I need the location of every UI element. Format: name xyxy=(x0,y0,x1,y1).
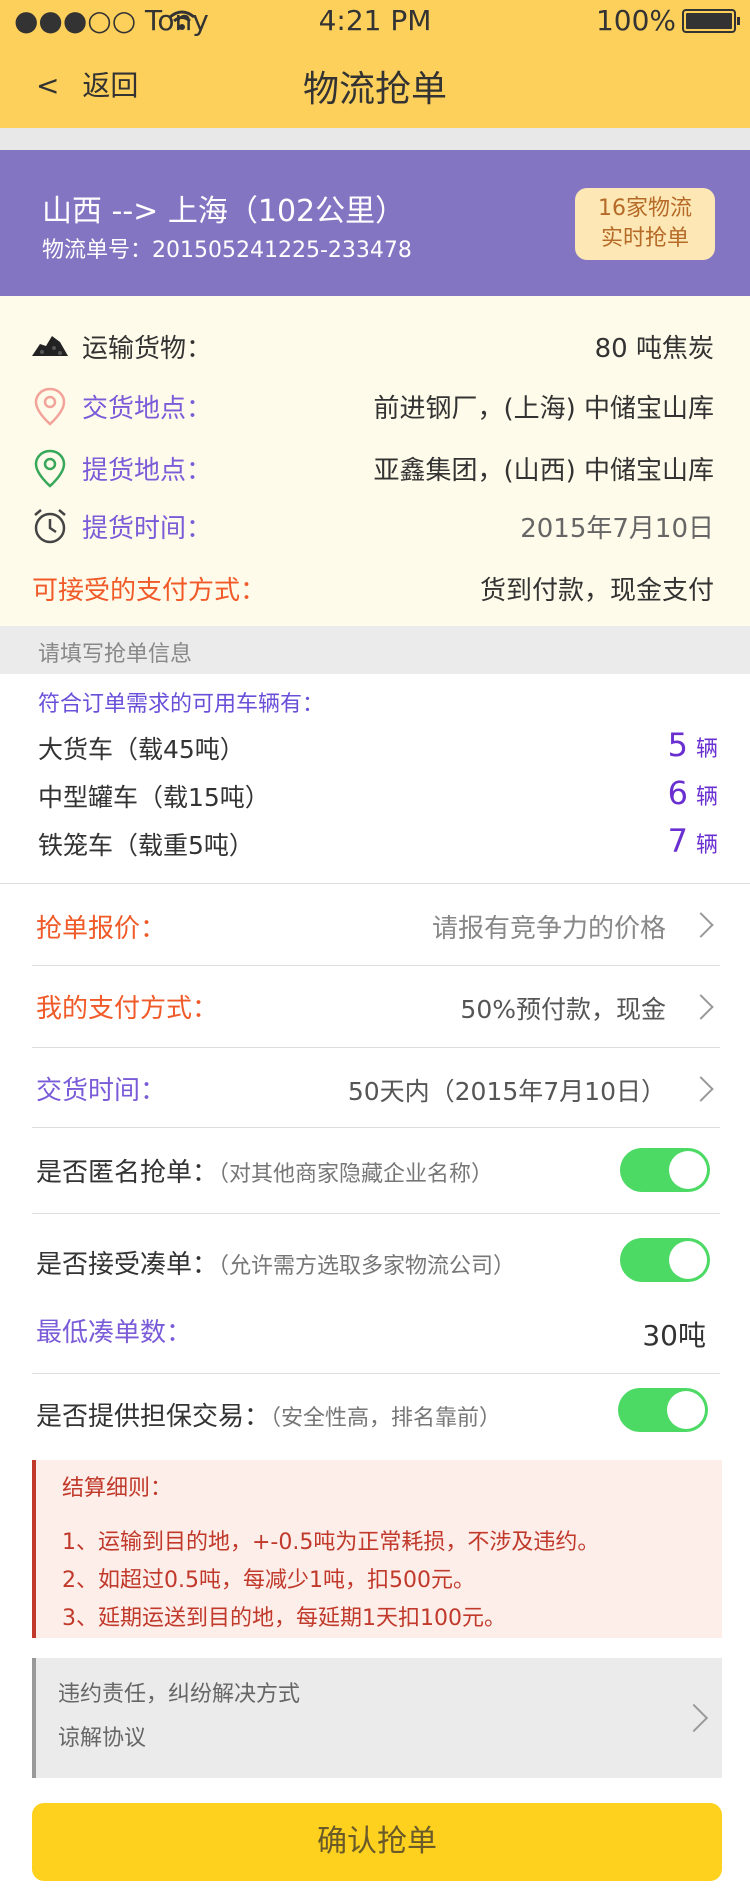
delivery-time-value: 50天内（2015年7月10日） xyxy=(347,1077,666,1106)
combine-section: 是否接受凑单：（允许需方选取多家物流公司） 最低凑单数： 30吨 xyxy=(32,1214,720,1374)
anonymous-row: 是否匿名抢单：（对其他商家隐藏企业名称） xyxy=(32,1128,720,1214)
badge-line-1: 16家物流 xyxy=(598,196,692,221)
route-text: 山西 --> 上海（102公里） xyxy=(42,194,406,229)
route-card: 山西 --> 上海（102公里） 物流单号：201505241225-23347… xyxy=(0,150,750,296)
divider xyxy=(0,128,750,150)
pickup-time-value: 2015年7月10日 xyxy=(520,514,714,544)
pickup-time-label: 提货时间： xyxy=(82,514,213,544)
chevron-right-icon xyxy=(688,912,714,938)
nav-bar: < 返回 物流抢单 xyxy=(0,40,750,128)
chevron-right-icon xyxy=(688,1076,714,1102)
quote-row[interactable]: 抢单报价： 请报有竞争力的价格 xyxy=(32,886,720,966)
terms-link[interactable]: 违约责任，纠纷解决方式 谅解协议 xyxy=(32,1658,722,1778)
vehicle-count: 6辆 xyxy=(667,774,718,812)
cargo-value: 80 吨焦炭 xyxy=(594,334,714,364)
combine-label: 是否接受凑单：（允许需方选取多家物流公司） xyxy=(36,1250,516,1280)
alarm-clock-icon xyxy=(34,509,66,544)
pay-method-row[interactable]: 我的支付方式： 50%预付款，现金 xyxy=(32,966,720,1048)
confirm-button[interactable]: 确认抢单 xyxy=(32,1803,722,1881)
vehicle-row: 铁笼车（载重5吨） 7辆 xyxy=(38,822,718,870)
anonymous-toggle[interactable] xyxy=(620,1148,710,1192)
quote-label: 抢单报价： xyxy=(36,914,167,944)
section-title: 请填写抢单信息 xyxy=(38,642,193,667)
terms-line-2: 谅解协议 xyxy=(58,1726,147,1751)
pay-method-label: 我的支付方式： xyxy=(36,994,219,1024)
pickup-label: 提货地点： xyxy=(82,456,213,486)
vehicles-heading: 符合订单需求的可用车辆有： xyxy=(38,692,325,717)
chevron-right-icon xyxy=(688,994,714,1020)
payment-row: 可接受的支付方式： 货到付款，现金支付 xyxy=(0,558,750,618)
vehicle-row: 中型罐车（载15吨） 6辆 xyxy=(38,774,718,822)
rules-title: 结算细则： xyxy=(62,1476,173,1501)
cargo-row: 运输货物： 80 吨焦炭 xyxy=(0,316,750,376)
min-combine-input[interactable]: 30吨 xyxy=(642,1314,706,1354)
anonymous-label: 是否匿名抢单：（对其他商家隐藏企业名称） xyxy=(36,1158,494,1188)
min-combine-label: 最低凑单数： xyxy=(36,1318,193,1348)
pickup-time-row: 提货时间： 2015年7月10日 xyxy=(0,496,750,556)
guarantee-toggle[interactable] xyxy=(618,1388,708,1432)
chevron-right-icon xyxy=(679,1703,709,1733)
pickup-row: 提货地点： 亚鑫集团，(山西) 中储宝山库 xyxy=(0,438,750,498)
badge-line-2: 实时抢单 xyxy=(600,226,689,251)
payment-label: 可接受的支付方式： xyxy=(32,576,267,606)
pickup-value: 亚鑫集团，(山西) 中储宝山库 xyxy=(373,456,714,486)
guarantee-label: 是否提供担保交易：（安全性高，排名靠前） xyxy=(36,1402,502,1432)
rule-line: 1、运输到目的地，+-0.5吨为正常耗损，不涉及违约。 xyxy=(62,1530,600,1555)
delivery-time-label: 交货时间： xyxy=(36,1076,167,1106)
delivery-label: 交货地点： xyxy=(82,394,213,424)
vehicle-name: 铁笼车（载重5吨） xyxy=(38,831,254,860)
section-header: 请填写抢单信息 xyxy=(0,626,750,674)
vehicle-row: 大货车（载45吨） 5辆 xyxy=(38,726,718,774)
cargo-label: 运输货物： xyxy=(82,334,213,364)
battery-percent: 100% xyxy=(595,4,676,37)
location-pin-icon xyxy=(34,387,66,426)
delivery-value: 前进钢厂，(上海) 中储宝山库 xyxy=(373,394,714,424)
order-number: 物流单号：201505241225-233478 xyxy=(42,238,412,263)
combine-toggle[interactable] xyxy=(620,1238,710,1282)
coal-icon xyxy=(32,336,68,356)
location-pin-icon xyxy=(34,449,66,488)
payment-value: 货到付款，现金支付 xyxy=(479,576,714,606)
battery-icon xyxy=(682,8,740,33)
rule-line: 3、延期运送到目的地，每延期1天扣100元。 xyxy=(62,1606,506,1631)
terms-line-1: 违约责任，纠纷解决方式 xyxy=(58,1682,301,1707)
vehicle-count: 5辆 xyxy=(667,726,718,764)
guarantee-row: 是否提供担保交易：（安全性高，排名靠前） xyxy=(32,1374,720,1452)
settlement-rules: 结算细则： 1、运输到目的地，+-0.5吨为正常耗损，不涉及违约。 2、如超过0… xyxy=(32,1460,722,1638)
pay-method-value: 50%预付款，现金 xyxy=(460,995,666,1024)
order-info: 运输货物： 80 吨焦炭 交货地点： 前进钢厂，(上海) 中储宝山库 提货地点：… xyxy=(0,296,750,626)
status-bar: ●●●○○ Tony 4:21 PM 100% xyxy=(0,0,750,40)
available-vehicles: 符合订单需求的可用车辆有： 大货车（载45吨） 5辆 中型罐车（载15吨） 6辆… xyxy=(0,674,750,884)
delivery-row: 交货地点： 前进钢厂，(上海) 中储宝山库 xyxy=(0,376,750,436)
delivery-time-row[interactable]: 交货时间： 50天内（2015年7月10日） xyxy=(32,1048,720,1128)
page-title: 物流抢单 xyxy=(302,69,447,110)
vehicle-name: 大货车（载45吨） xyxy=(38,735,245,764)
bidders-badge[interactable]: 16家物流 实时抢单 xyxy=(575,188,715,260)
rule-line: 2、如超过0.5吨，每减少1吨，扣500元。 xyxy=(62,1568,475,1593)
vehicle-count: 7辆 xyxy=(667,822,718,860)
vehicle-name: 中型罐车（载15吨） xyxy=(38,783,270,812)
quote-input[interactable]: 请报有竞争力的价格 xyxy=(432,908,666,945)
battery-status: 100% xyxy=(595,4,740,37)
